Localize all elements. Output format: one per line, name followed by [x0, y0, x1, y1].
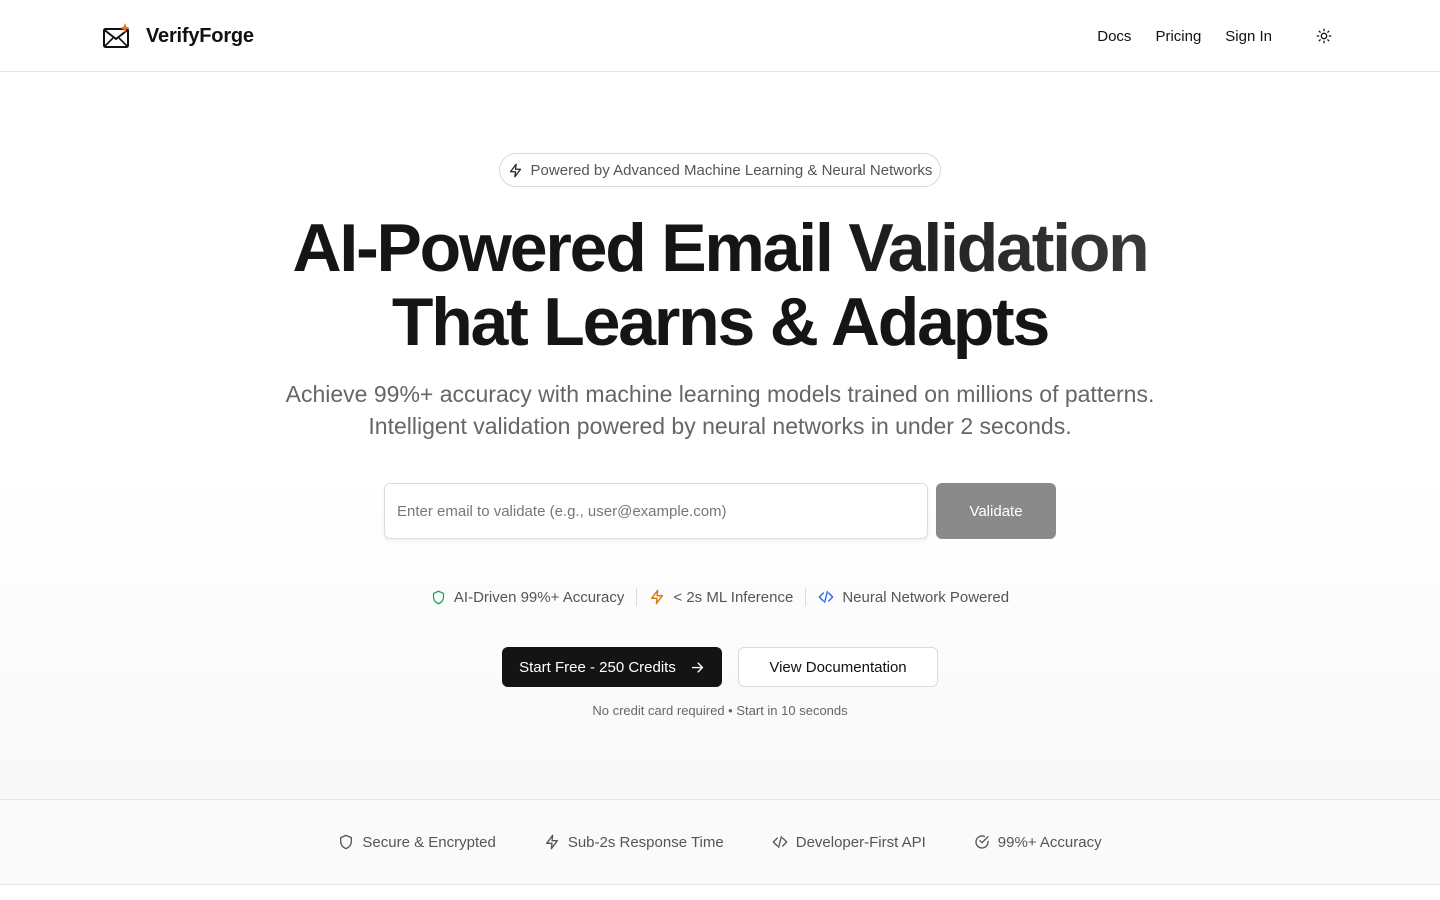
feature-neural: Neural Network Powered: [806, 589, 1021, 606]
feature-neural-label: Neural Network Powered: [842, 588, 1010, 606]
hero-headline: AI-Powered Email Validation That Learns …: [0, 211, 1440, 359]
email-input[interactable]: [384, 483, 928, 539]
shield-icon: [340, 834, 353, 850]
page-bottom: [0, 885, 1440, 900]
hero-subheadline: Achieve 99%+ accuracy with machine learn…: [0, 378, 1440, 442]
start-free-label: Start Free - 250 Credits: [519, 658, 676, 676]
zap-icon: [509, 163, 521, 177]
cta-note: No credit card required • Start in 10 se…: [592, 703, 848, 718]
ai-badge: Powered by Advanced Machine Learning & N…: [499, 153, 941, 187]
trust-item-speed: Sub-2s Response Time: [544, 834, 724, 851]
top-nav: Docs Pricing Sign In: [1097, 22, 1336, 50]
check-circle-icon: [975, 835, 989, 849]
view-documentation-button[interactable]: View Documentation: [738, 647, 938, 687]
headline-line-1: AI-Powered Email Validation: [292, 210, 1149, 286]
trust-bar: Secure & Encrypted Sub-2s Response Time …: [0, 799, 1440, 885]
shield-icon: [432, 590, 445, 604]
zap-icon: [651, 589, 664, 605]
site-header: VerifyForge Docs Pricing Sign In: [0, 0, 1440, 72]
trust-secure-label: Secure & Encrypted: [362, 833, 496, 851]
arrow-right-icon: [691, 661, 704, 673]
feature-accuracy: AI-Driven 99%+ Accuracy: [419, 589, 637, 606]
hero-section: Powered by Advanced Machine Learning & N…: [0, 73, 1440, 799]
zap-icon: [545, 834, 558, 850]
code-icon: [772, 836, 788, 848]
trust-accuracy-label: 99%+ Accuracy: [997, 833, 1102, 851]
trust-api-label: Developer-First API: [795, 833, 926, 851]
trust-item-api: Developer-First API: [772, 834, 926, 851]
theme-toggle-button[interactable]: [1312, 24, 1336, 48]
code-icon: [819, 591, 834, 603]
feature-inference-label: < 2s ML Inference: [673, 588, 794, 606]
mail-icon: [102, 22, 132, 50]
nav-pricing-link[interactable]: Pricing: [1155, 28, 1201, 45]
trust-item-accuracy: 99%+ Accuracy: [974, 834, 1102, 851]
brand-name: VerifyForge: [146, 24, 254, 47]
brand-logo[interactable]: VerifyForge: [102, 20, 254, 52]
feature-highlights: AI-Driven 99%+ Accuracy < 2s ML Inferenc…: [0, 584, 1440, 610]
headline-line-2: That Learns & Adapts: [391, 284, 1050, 360]
feature-inference: < 2s ML Inference: [637, 589, 805, 606]
badge-text: Powered by Advanced Machine Learning & N…: [530, 161, 933, 179]
start-free-button[interactable]: Start Free - 250 Credits: [502, 647, 722, 687]
nav-sign-in-link[interactable]: Sign In: [1225, 28, 1272, 45]
feature-accuracy-label: AI-Driven 99%+ Accuracy: [453, 588, 625, 606]
nav-docs-link[interactable]: Docs: [1097, 28, 1131, 45]
subheadline-line-1: Achieve 99%+ accuracy with machine learn…: [285, 381, 1155, 407]
subheadline-line-2: Intelligent validation powered by neural…: [368, 413, 1072, 439]
sun-icon: [1316, 28, 1332, 44]
validate-form: Validate: [384, 483, 1056, 539]
trust-item-secure: Secure & Encrypted: [338, 833, 496, 851]
validate-button[interactable]: Validate: [936, 483, 1056, 539]
trust-speed-label: Sub-2s Response Time: [567, 833, 724, 851]
